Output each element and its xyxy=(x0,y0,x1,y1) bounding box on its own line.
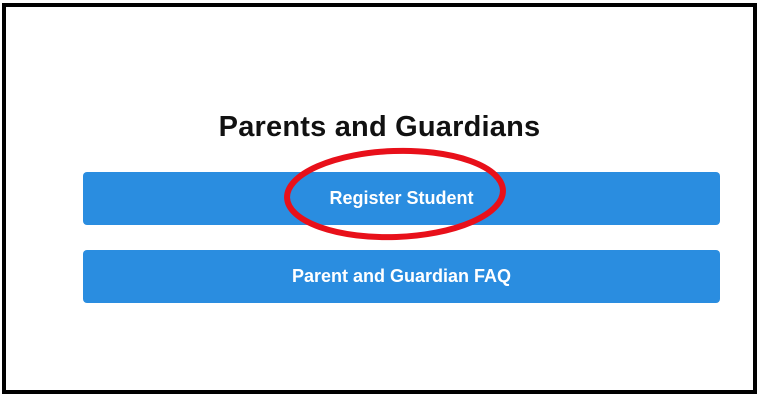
register-student-label: Register Student xyxy=(329,188,474,208)
parent-guardian-faq-button[interactable]: Parent and Guardian FAQ xyxy=(83,250,720,303)
page-frame: Parents and Guardians Register Student P… xyxy=(2,3,757,394)
register-student-button[interactable]: Register Student xyxy=(83,172,720,225)
section-title: Parents and Guardians xyxy=(218,111,541,143)
parent-guardian-faq-label: Parent and Guardian FAQ xyxy=(291,266,512,286)
